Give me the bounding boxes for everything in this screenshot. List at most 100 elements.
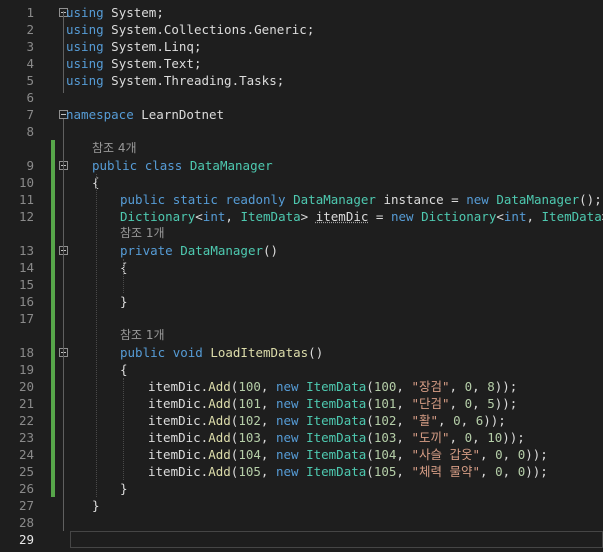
- code-token: Dictionary: [120, 209, 196, 224]
- current-line-highlight: [70, 531, 603, 548]
- code-line[interactable]: {: [120, 361, 128, 378]
- line-number: 8: [26, 124, 34, 139]
- code-token: (): [263, 243, 279, 258]
- code-token: (: [366, 447, 374, 462]
- codelens-references[interactable]: 참조 4개: [92, 140, 137, 157]
- code-token: ,: [449, 379, 465, 394]
- code-token: Add: [208, 447, 231, 462]
- code-line[interactable]: using System.Threading.Tasks;: [66, 72, 284, 89]
- code-token: Add: [208, 464, 231, 479]
- code-token: "장검": [411, 379, 450, 394]
- code-token: ItemData: [541, 209, 602, 224]
- code-token: ,: [526, 209, 542, 224]
- code-token: ,: [449, 396, 465, 411]
- code-token: public: [92, 158, 138, 173]
- code-token: ,: [502, 464, 518, 479]
- code-line[interactable]: itemDic.Add(104, new ItemData(104, "사슬 갑…: [148, 446, 548, 463]
- code-line[interactable]: public void LoadItemDatas(): [120, 344, 323, 361]
- code-line[interactable]: }: [120, 480, 128, 497]
- line-number: 3: [26, 39, 34, 54]
- code-token: ));: [525, 464, 548, 479]
- line-number: 25: [18, 464, 34, 479]
- code-token: ,: [396, 464, 412, 479]
- line-number: 14: [18, 260, 34, 275]
- code-token: DataManager: [293, 192, 376, 207]
- code-line[interactable]: itemDic.Add(101, new ItemData(101, "단검",…: [148, 395, 517, 412]
- code-token: 0: [495, 447, 503, 462]
- code-token: ,: [260, 430, 276, 445]
- code-token: ,: [472, 396, 488, 411]
- code-token: ,: [396, 413, 412, 428]
- code-token: ,: [260, 379, 276, 394]
- code-token: System;: [103, 5, 164, 20]
- indent-guide: [123, 259, 124, 293]
- code-line[interactable]: Dictionary<int, ItemData> itemDic = new …: [120, 208, 603, 225]
- code-line[interactable]: namespace LearnDotnet: [66, 106, 224, 123]
- code-token: ItemData: [306, 447, 367, 462]
- code-token: using: [66, 39, 104, 54]
- code-token: <: [496, 209, 504, 224]
- codelens-references[interactable]: 참조 1개: [120, 225, 165, 242]
- code-token: (: [366, 464, 374, 479]
- code-token: new: [275, 430, 299, 445]
- code-line[interactable]: public static readonly DataManager insta…: [120, 191, 602, 208]
- code-line[interactable]: itemDic.Add(100, new ItemData(100, "장검",…: [148, 378, 517, 395]
- code-editor[interactable]: 1 2 3 4 5 6 7 8 9 10 11 12 13 14 15 16 17 18 19 20 21 22 23 24 2…: [0, 0, 603, 552]
- code-token: ));: [525, 447, 548, 462]
- code-token: DataManager: [189, 158, 273, 173]
- line-number: 16: [18, 294, 34, 309]
- code-token: new: [275, 379, 299, 394]
- code-token: }: [120, 481, 128, 496]
- code-line[interactable]: }: [120, 293, 128, 310]
- line-number: 17: [18, 311, 34, 326]
- line-number: 9: [26, 158, 34, 173]
- outline-range-line: [63, 11, 64, 93]
- code-token: 103: [238, 430, 261, 445]
- code-line[interactable]: public class DataManager: [92, 157, 273, 174]
- code-line[interactable]: itemDic.Add(105, new ItemData(105, "체력 물…: [148, 463, 548, 480]
- line-number: 7: [26, 107, 34, 122]
- code-line[interactable]: using System;: [66, 4, 164, 21]
- code-token: class: [144, 158, 183, 173]
- code-line[interactable]: }: [92, 497, 100, 514]
- code-token: 0: [464, 430, 473, 445]
- code-line[interactable]: using System.Collections.Generic;: [66, 21, 314, 38]
- code-token: int: [202, 209, 226, 224]
- code-token: LearnDotnet: [133, 107, 225, 122]
- line-number: 19: [18, 362, 34, 377]
- code-token: ,: [396, 379, 412, 394]
- code-line[interactable]: using System.Linq;: [66, 38, 201, 55]
- code-line[interactable]: itemDic.Add(103, new ItemData(103, "도끼",…: [148, 429, 525, 446]
- code-token: DataManager: [180, 243, 264, 258]
- code-token: 0: [464, 379, 473, 394]
- code-line[interactable]: using System.Text;: [66, 55, 201, 72]
- line-number: 28: [18, 515, 34, 530]
- changed-lines-indicator: [51, 140, 55, 497]
- line-number: 1: [26, 5, 34, 20]
- code-token: itemDic.: [148, 447, 209, 462]
- code-token: using: [66, 5, 104, 20]
- code-token: readonly: [225, 192, 286, 207]
- code-token: =: [368, 209, 391, 224]
- code-token: "활": [411, 413, 439, 428]
- code-token: itemDic.: [148, 396, 209, 411]
- code-token: ();: [579, 192, 602, 207]
- line-number: 18: [18, 345, 34, 360]
- code-token: ItemData: [306, 413, 367, 428]
- code-token: itemDic.: [148, 430, 209, 445]
- code-line[interactable]: itemDic.Add(102, new ItemData(102, "활", …: [148, 412, 506, 429]
- code-token: using: [66, 73, 104, 88]
- code-token: itemDic.: [148, 464, 209, 479]
- line-number: 23: [18, 430, 34, 445]
- code-token: 8: [487, 379, 495, 394]
- code-token: System.Collections.Generic;: [103, 22, 315, 37]
- code-token: ,: [449, 430, 465, 445]
- code-token: new: [275, 464, 299, 479]
- code-token: 105: [373, 464, 397, 479]
- code-line[interactable]: private DataManager(): [120, 242, 278, 259]
- codelens-references[interactable]: 참조 1개: [120, 327, 165, 344]
